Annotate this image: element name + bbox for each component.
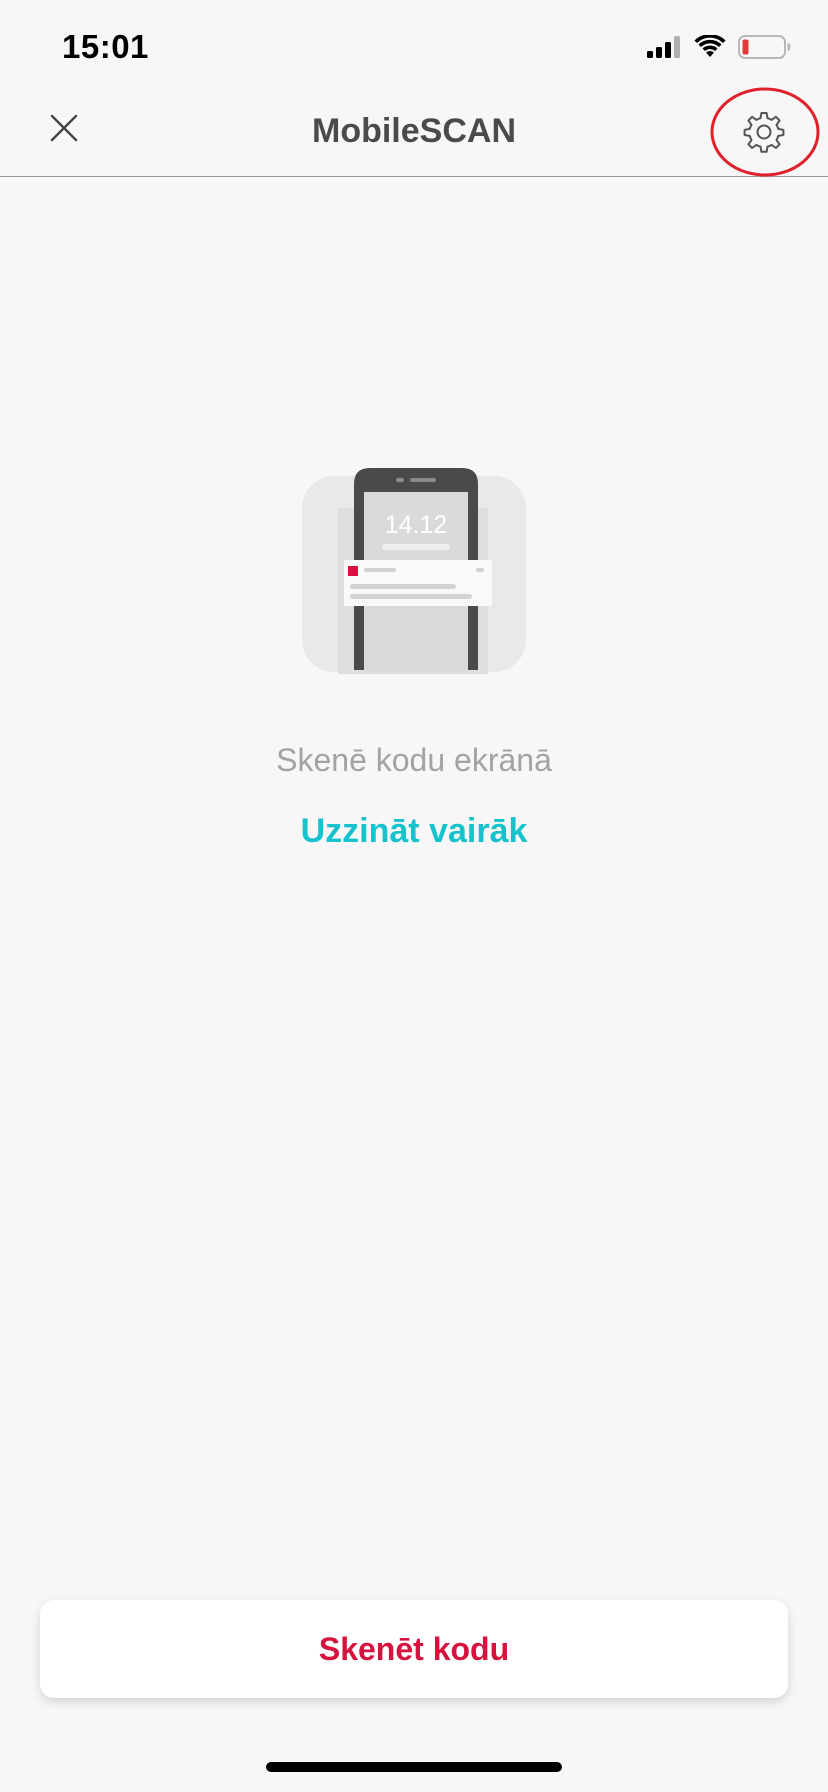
scan-code-button[interactable]: Skenēt kodu [40, 1600, 788, 1698]
phone-time: 14.12 [385, 511, 448, 539]
battery-low-icon [738, 34, 792, 65]
nav-bar: MobileSCAN [0, 84, 828, 177]
home-indicator[interactable] [266, 1762, 562, 1772]
learn-more-link[interactable]: Uzzināt vairāk [0, 812, 828, 851]
page-title: MobileSCAN [312, 112, 516, 150]
status-time: 15:01 [62, 28, 149, 65]
status-icons [646, 32, 792, 66]
gear-icon [742, 110, 786, 159]
wifi-icon [694, 33, 726, 64]
cellular-signal-icon [646, 35, 682, 64]
scan-illustration: 14.12 [300, 464, 530, 674]
settings-button[interactable] [734, 104, 794, 164]
hint-text: Skenē kodu ekrānā [276, 742, 552, 778]
